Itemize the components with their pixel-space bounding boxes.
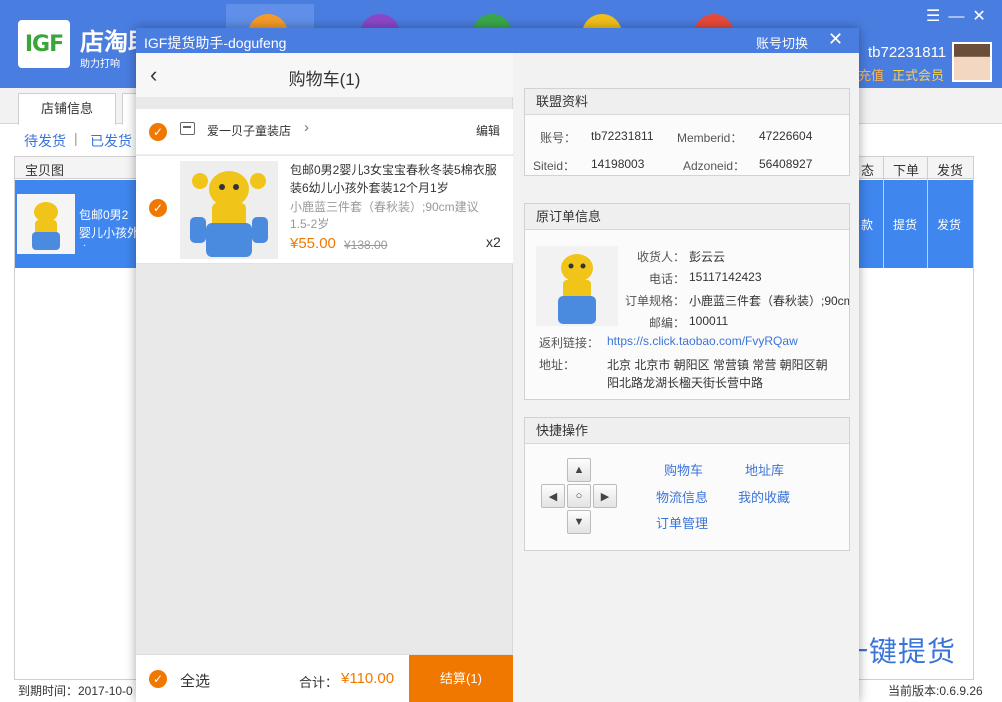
spec-value: 小鹿蓝三件套（春秋装）;90cm (689, 294, 849, 308)
quick-logistics-link[interactable]: 物流信息 (656, 487, 708, 506)
quick-order-manage-link[interactable]: 订单管理 (656, 513, 708, 532)
arrow-up-icon[interactable]: ▲ (567, 458, 591, 482)
item-spec: 小鹿蓝三件套（春秋装）;90cm建议1.5-2岁 (290, 200, 479, 231)
alliance-panel: 联盟资料 账号： tb72231811 Memberid： 47226604 S… (524, 88, 850, 176)
back-icon[interactable]: ‹ (150, 62, 157, 88)
memberid-value: 47226604 (759, 129, 813, 143)
adzoneid-label: Adzoneid： (683, 159, 746, 173)
checkout-button[interactable]: 结算(1) (409, 655, 513, 702)
window-controls[interactable]: ☰—✕ (926, 6, 994, 26)
switch-account-button[interactable]: 账号切换 (756, 33, 808, 52)
cart-footer: ✓ 全选 合计： ¥110.00 结算(1) (136, 654, 513, 702)
rebate-link[interactable]: https://s.click.taobao.com/FvyRQaw (607, 334, 798, 348)
row-ship-link[interactable]: 发货 (937, 216, 961, 233)
item-original-price: ¥138.00 (344, 238, 388, 252)
row-order-link[interactable]: 提货 (893, 216, 917, 233)
direction-pad: ▲ ◀ ○ ▶ ▼ (541, 458, 617, 534)
column-divider (927, 157, 928, 268)
item-title[interactable]: 包邮0男2婴儿3女宝宝春秋冬装5棉衣服装6幼儿小孩外套装12个月1岁 (290, 161, 504, 197)
circle-center-icon[interactable]: ○ (567, 484, 591, 508)
alliance-heading: 联盟资料 (525, 89, 849, 115)
subtab-pending[interactable]: 待发货 (24, 131, 66, 151)
quick-address-book-link[interactable]: 地址库 (745, 460, 784, 479)
tab-shop-info[interactable]: 店铺信息 (18, 93, 116, 125)
logo-text: IGF (24, 31, 64, 57)
quick-cart-link[interactable]: 购物车 (664, 460, 703, 479)
total-value: ¥110.00 (341, 670, 395, 687)
address-line-1: 北京 北京市 朝阳区 常营镇 常营 朝阳区朝 (607, 358, 828, 372)
dialog-title: IGF提货助手-dogufeng (144, 35, 287, 51)
version-text: 当前版本:0.6.9.26 (888, 684, 983, 698)
avatar[interactable] (952, 42, 992, 82)
subtab-separator: | (74, 130, 78, 146)
item-price: ¥55.00 (290, 235, 336, 252)
subtab-shipped[interactable]: 已发货 (90, 131, 132, 151)
adzoneid-value: 56408927 (759, 157, 813, 171)
expire-time: 到期时间：2017-10-0 (18, 684, 133, 698)
item-quantity: x2 (486, 234, 501, 250)
siteid-value: 14198003 (591, 157, 645, 171)
siteid-label: Siteid： (533, 159, 576, 173)
total-label: 合计： (299, 675, 339, 690)
shop-checkbox[interactable]: ✓ (149, 123, 167, 141)
row-thumbnail (17, 194, 75, 254)
zip-label: 邮编： (649, 316, 686, 330)
vip-badge: 正式会员 (892, 68, 945, 83)
original-order-panel: 原订单信息 收货人： 彭云云 电话： 15117142423 订单规格： 小鹿蓝… (524, 203, 850, 400)
shop-icon (180, 122, 195, 135)
col-ship: 发货 (937, 163, 964, 178)
phone-label: 电话： (649, 272, 686, 286)
address-label: 地址： (539, 358, 576, 372)
row-title: 包邮0男2婴儿小孩外套 (79, 208, 139, 246)
memberid-label: Memberid： (677, 131, 743, 145)
spec-label: 订单规格： (625, 294, 686, 308)
receiver-value: 彭云云 (689, 250, 726, 264)
account-label: 账号： (540, 131, 577, 145)
arrow-down-icon[interactable]: ▼ (567, 510, 591, 534)
zip-value: 100011 (689, 314, 729, 328)
cart-panel: 购物车(1) ‹ ✓ 爱一贝子童装店 › 编辑 ✓ 包邮0男2婴儿3女宝宝春秋冬… (136, 53, 513, 702)
account-value: tb72231811 (591, 129, 654, 143)
edit-button[interactable]: 编辑 (476, 122, 500, 139)
col-order: 下单 (893, 163, 920, 178)
item-thumbnail[interactable] (180, 161, 278, 259)
recharge-link[interactable]: 充值 (858, 65, 884, 84)
receiver-label: 收货人： (637, 250, 686, 264)
row-status: 款 (861, 218, 874, 232)
column-divider (883, 157, 884, 268)
item-checkbox[interactable]: ✓ (149, 199, 167, 217)
phone-value: 15117142423 (689, 270, 762, 284)
cart-header: 购物车(1) ‹ (136, 53, 513, 97)
app-logo: IGF (18, 20, 70, 68)
pickup-assistant-dialog: IGF提货助手-dogufeng 账号切换 ✕ 购物车(1) ‹ ✓ 爱一贝子童… (136, 28, 859, 702)
order-thumbnail (536, 246, 618, 326)
quick-actions-panel: 快捷操作 ▲ ◀ ○ ▶ ▼ 购物车 地址库 物流信息 我的收藏 订单管理 (524, 417, 850, 551)
cart-title: 购物车(1) (288, 70, 361, 89)
quick-actions-heading: 快捷操作 (525, 418, 849, 444)
col-status: 态 (861, 163, 875, 178)
arrow-right-icon[interactable]: ▶ (593, 484, 617, 508)
brand-subtitle: 助力打响 (80, 59, 120, 70)
cart-item[interactable]: ✓ 包邮0男2婴儿3女宝宝春秋冬装5棉衣服装6幼儿小孩外套装12个月1岁 小鹿蓝… (136, 156, 513, 264)
chevron-right-icon[interactable]: › (304, 119, 309, 136)
close-icon[interactable]: ✕ (828, 29, 843, 50)
user-name: tb72231811 (868, 44, 947, 61)
select-all-label[interactable]: 全选 (180, 670, 210, 691)
select-all-checkbox[interactable]: ✓ (149, 670, 167, 688)
col-thumb: 宝贝图 (25, 163, 65, 178)
info-panel: 联盟资料 账号： tb72231811 Memberid： 47226604 S… (514, 53, 859, 702)
address-line-2: 阳北路龙湖长楹天街长营中路 (607, 376, 764, 390)
shop-name[interactable]: 爱一贝子童装店 (207, 122, 291, 139)
dialog-titlebar[interactable]: IGF提货助手-dogufeng 账号切换 ✕ (136, 28, 859, 53)
arrow-left-icon[interactable]: ◀ (541, 484, 565, 508)
quick-favorites-link[interactable]: 我的收藏 (738, 487, 790, 506)
shop-row[interactable]: ✓ 爱一贝子童装店 › 编辑 (136, 109, 513, 155)
rebate-link-label: 返利链接： (539, 336, 600, 350)
original-order-heading: 原订单信息 (525, 204, 849, 230)
